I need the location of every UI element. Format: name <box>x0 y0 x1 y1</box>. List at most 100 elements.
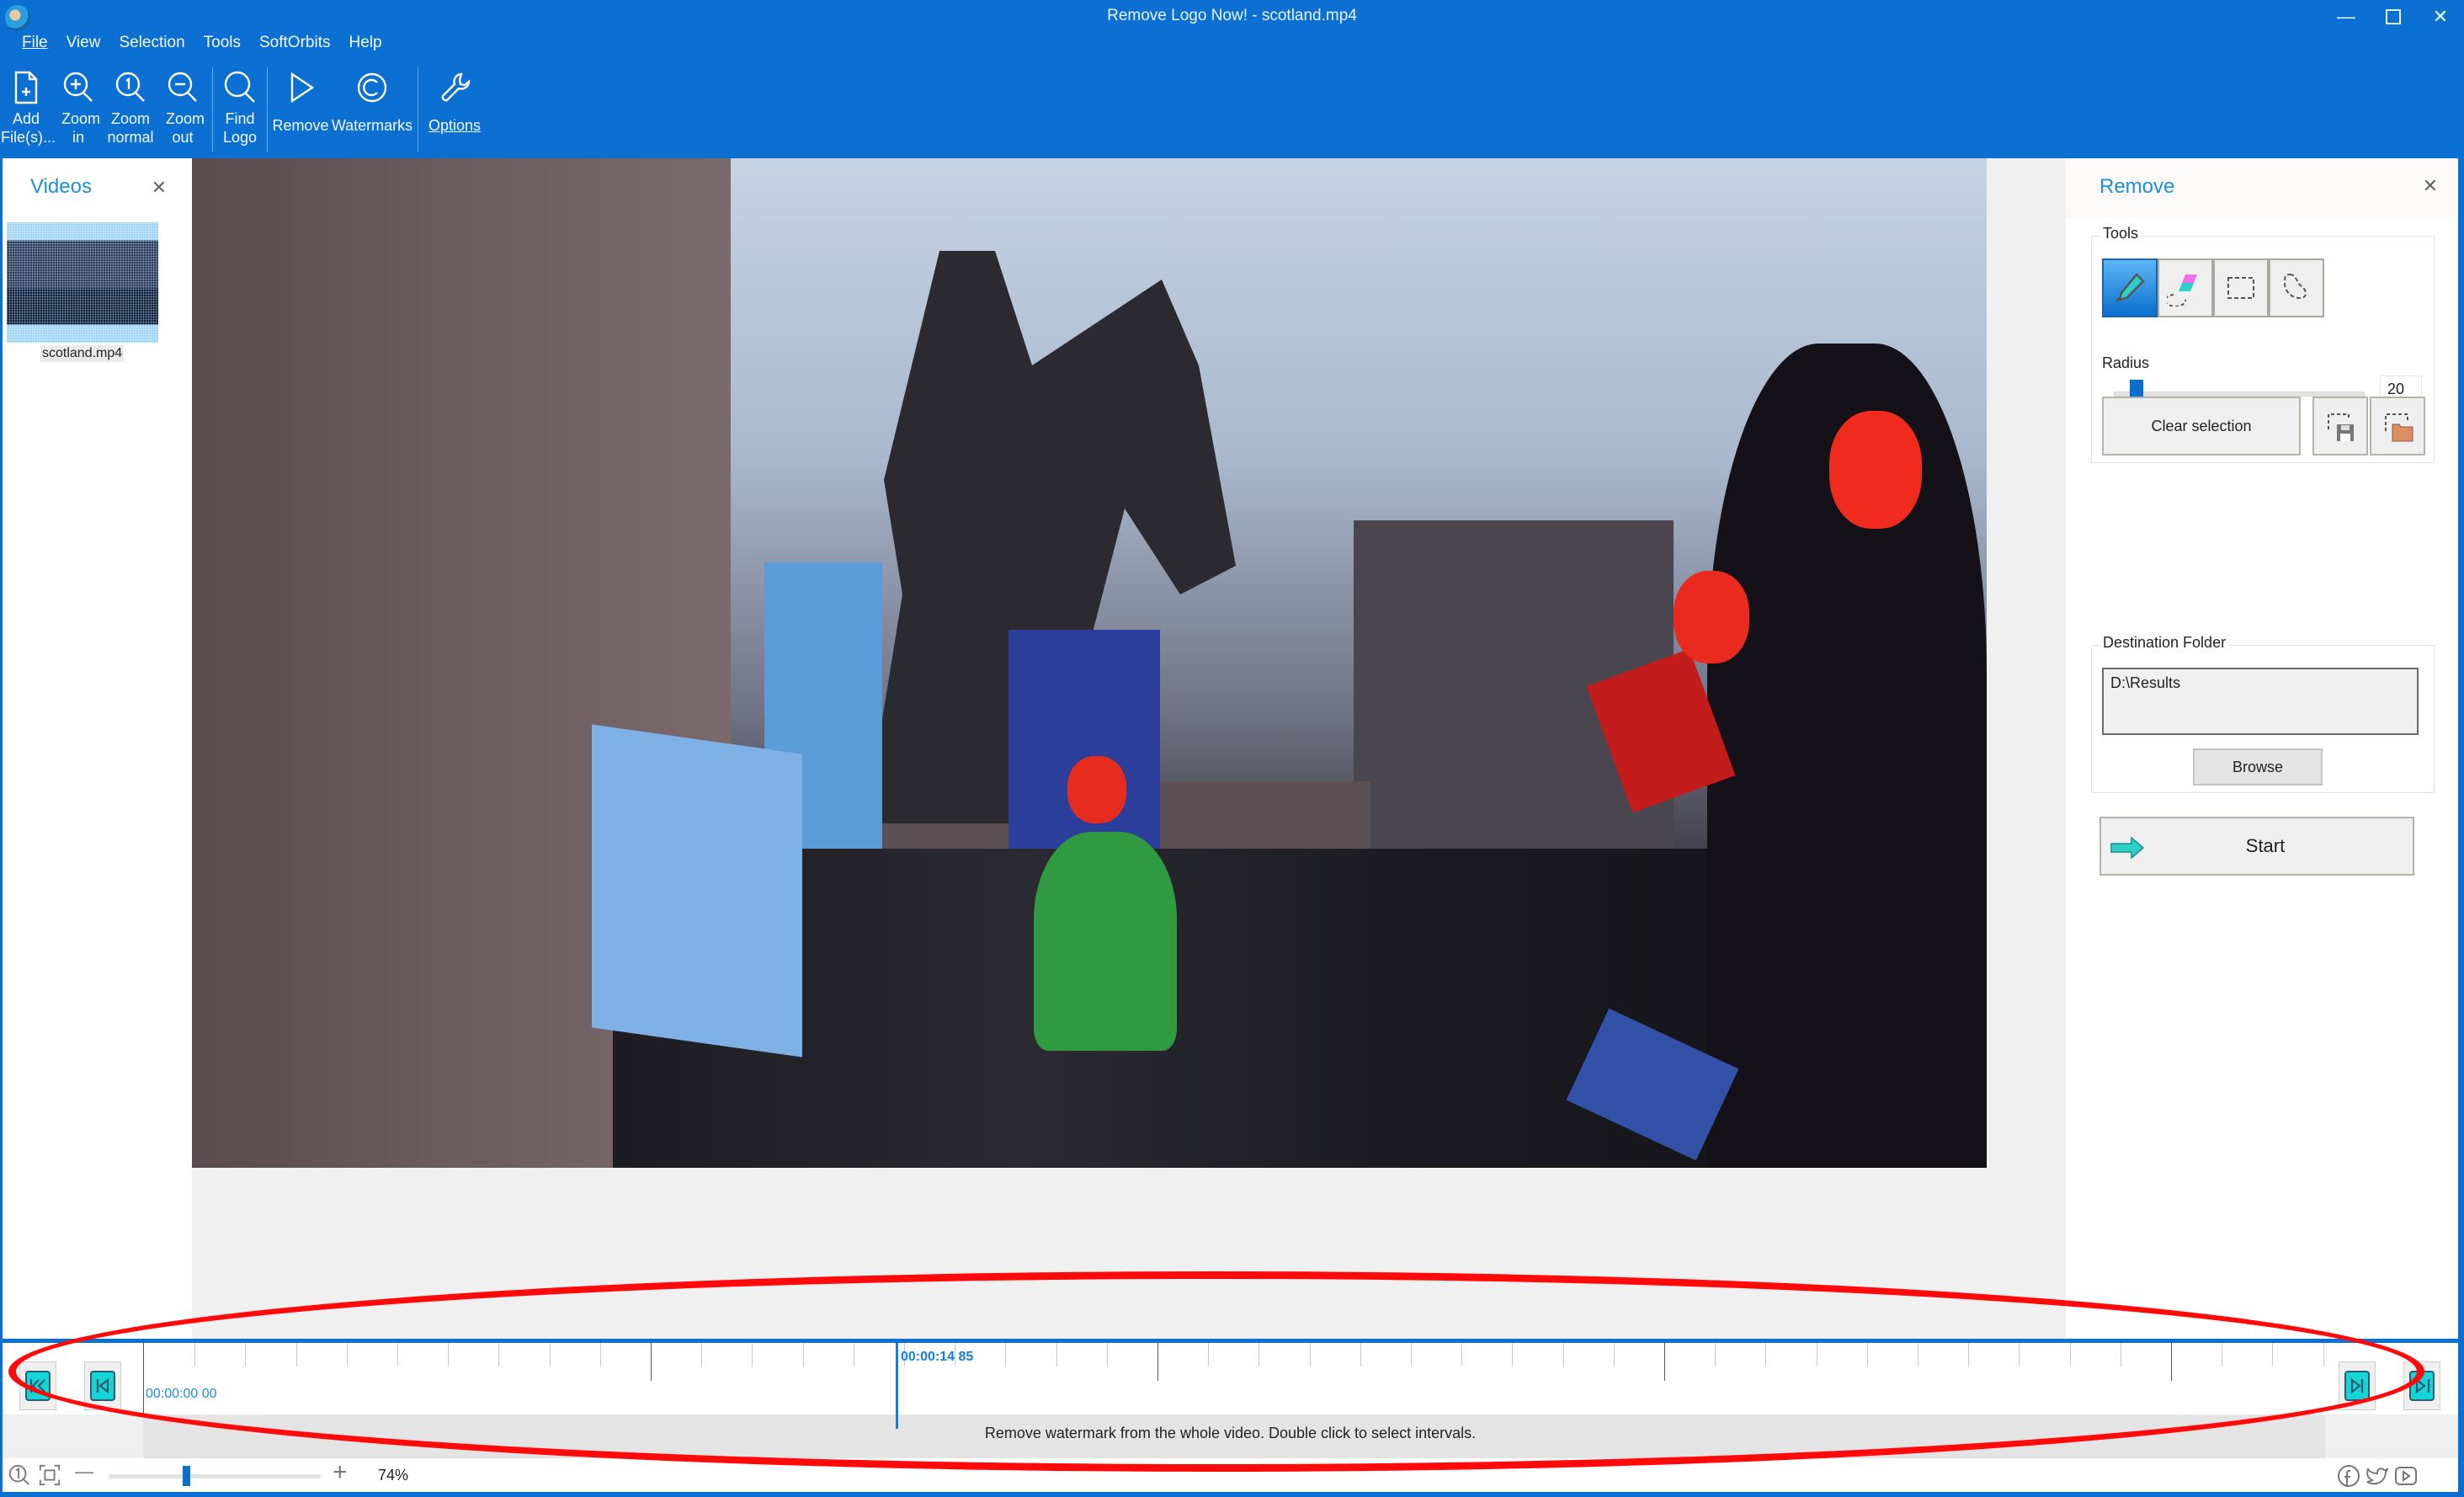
eraser-tool-button[interactable] <box>2158 258 2213 317</box>
remove-panel: Remove ✕ Tools Radius 20 Clear selection <box>2066 158 2458 1339</box>
ruler-tick <box>448 1343 450 1366</box>
go-to-end-button[interactable] <box>2403 1361 2440 1410</box>
remove-panel-title: Remove <box>2099 175 2175 198</box>
destination-group: Destination Folder D:\Results Browse <box>2091 634 2435 793</box>
ruler-tick <box>2323 1343 2324 1366</box>
zoom-slider[interactable] <box>109 1466 321 1486</box>
maximize-button[interactable] <box>2370 0 2417 34</box>
twitter-button[interactable] <box>2365 1463 2390 1489</box>
remove-button[interactable]: Remove <box>271 66 330 157</box>
window-controls: — ✕ <box>2323 0 2464 34</box>
ruler-tick <box>2069 1343 2071 1366</box>
menu-file[interactable]: File <box>22 34 58 52</box>
ruler-tick <box>802 1343 804 1366</box>
video-filename: scotland.mp4 <box>40 345 125 362</box>
youtube-button[interactable] <box>2393 1463 2419 1489</box>
ruler-tick <box>2019 1343 2020 1366</box>
clear-selection-button[interactable]: Clear selection <box>2102 397 2301 455</box>
browse-button[interactable]: Browse <box>2193 748 2323 786</box>
toolbar-separator <box>267 67 268 152</box>
close-icon: ✕ <box>151 177 167 198</box>
ruler-tick <box>1918 1343 1919 1366</box>
ruler-tick <box>1411 1343 1412 1366</box>
zoom-actual-size-button[interactable] <box>8 1463 31 1492</box>
interval-hint: Remove watermark from the whole video. D… <box>984 1425 1477 1441</box>
rectangle-select-tool-button[interactable] <box>2213 258 2269 317</box>
skip-to-start-icon <box>29 1379 45 1393</box>
menu-bar: File View Selection Tools SoftOrbits Hel… <box>22 34 401 52</box>
video-person <box>1034 832 1177 1051</box>
zoom-actual-icon <box>8 1464 29 1485</box>
destination-folder-field[interactable]: D:\Results <box>2102 668 2419 735</box>
lasso-select-tool-button[interactable] <box>2269 258 2324 317</box>
ruler-tick <box>599 1343 601 1366</box>
ruler-tick <box>1461 1343 1463 1366</box>
facebook-button[interactable] <box>2336 1463 2361 1489</box>
save-selection-button[interactable] <box>2312 397 2368 455</box>
menu-selection[interactable]: Selection <box>119 34 194 52</box>
zoom-in-icon <box>58 66 98 109</box>
lasso-select-icon <box>2283 273 2307 300</box>
menu-help[interactable]: Help <box>349 34 391 52</box>
marker-tool-button[interactable] <box>2102 258 2158 317</box>
zoom-out-button[interactable]: Zoom out <box>157 66 209 157</box>
zoom-out-small-button[interactable]: — <box>75 1461 93 1483</box>
next-frame-icon <box>2350 1377 2364 1394</box>
load-selection-button[interactable] <box>2370 397 2425 455</box>
menu-view[interactable]: View <box>67 34 111 52</box>
rectangle-select-icon <box>2227 277 2254 299</box>
youtube-icon <box>2395 1467 2417 1485</box>
eraser-icon <box>2167 274 2197 306</box>
ruler-tick <box>1208 1343 1210 1366</box>
videos-panel-close-button[interactable]: ✕ <box>152 177 167 199</box>
video-frame[interactable] <box>192 158 1987 1168</box>
find-logo-icon <box>220 66 260 109</box>
ruler-tick <box>1765 1343 1767 1366</box>
minimize-button[interactable]: — <box>2323 0 2370 34</box>
current-time: 00:00:14 85 <box>901 1350 974 1364</box>
load-selection-icon <box>2385 413 2413 442</box>
tools-group: Tools Radius 20 Clear selection <box>2091 225 2435 463</box>
interval-bar[interactable]: Remove watermark from the whole video. D… <box>3 1414 2458 1458</box>
minimize-icon: — <box>2337 6 2355 27</box>
timeline[interactable]: 00:00:00 00 00:00:14 85 <box>3 1339 2458 1429</box>
add-files-button[interactable]: Add File(s)... <box>0 66 56 157</box>
go-to-start-button[interactable] <box>19 1361 56 1410</box>
toolbar: Add File(s)... Zoom in Zoom normal Zoom … <box>0 66 487 157</box>
skip-to-end-icon <box>2415 1377 2430 1394</box>
remove-panel-close-button[interactable]: ✕ <box>2423 175 2438 197</box>
preview-canvas[interactable] <box>192 158 2066 1339</box>
ruler-tick <box>1512 1343 1514 1366</box>
start-button[interactable]: Start <box>2099 817 2414 876</box>
menu-tools[interactable]: Tools <box>204 34 251 52</box>
zoom-in-button[interactable]: Zoom in <box>52 66 104 157</box>
find-logo-button[interactable]: Find Logo <box>216 66 263 157</box>
zoom-slider-thumb[interactable] <box>183 1466 191 1486</box>
videos-panel: Videos ✕ scotland.mp4 <box>3 158 192 1339</box>
video-thumbnail[interactable] <box>7 222 158 343</box>
menu-softorbits[interactable]: SoftOrbits <box>259 34 340 52</box>
close-window-button[interactable]: ✕ <box>2417 0 2464 34</box>
fit-screen-icon <box>39 1464 61 1486</box>
zoom-fit-button[interactable] <box>38 1463 61 1492</box>
toolbar-separator <box>212 67 213 152</box>
wrench-icon <box>434 66 475 109</box>
ruler-tick <box>1360 1343 1361 1366</box>
ruler-tick <box>549 1343 551 1366</box>
ruler-tick <box>752 1343 753 1366</box>
timeline-ruler[interactable] <box>143 1343 2332 1414</box>
previous-frame-button[interactable] <box>84 1361 121 1410</box>
save-selection-icon <box>2328 413 2354 441</box>
playhead[interactable] <box>896 1343 898 1429</box>
watermarks-button[interactable]: Watermarks <box>330 66 414 157</box>
zoom-in-small-button[interactable]: + <box>333 1458 348 1487</box>
window-title: Remove Logo Now! - scotland.mp4 <box>1107 7 1357 24</box>
radius-label: Radius <box>2102 354 2150 371</box>
options-button[interactable]: Options <box>422 66 487 157</box>
zoom-normal-button[interactable]: Zoom normal <box>104 66 157 157</box>
ruler-major-tick <box>1157 1343 1158 1381</box>
remove-panel-header: Remove ✕ <box>2066 158 2458 217</box>
destination-label: Destination Folder <box>2100 634 2229 652</box>
facebook-icon <box>2338 1465 2360 1487</box>
next-frame-button[interactable] <box>2339 1361 2376 1410</box>
